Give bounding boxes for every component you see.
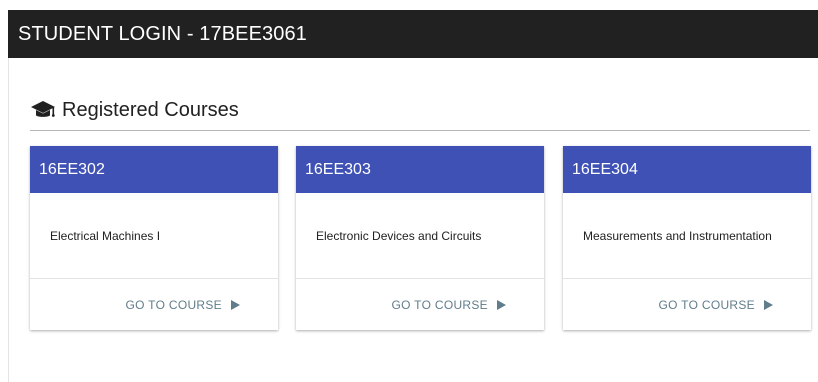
- page: STUDENT LOGIN - 17BEE3061 Registered Cou…: [0, 0, 818, 382]
- course-card-header: 16EE302: [30, 146, 278, 193]
- graduation-cap-icon: [30, 100, 56, 120]
- course-card: 16EE303 Electronic Devices and Circuits …: [296, 146, 544, 330]
- course-name: Electronic Devices and Circuits: [316, 228, 482, 243]
- course-card-footer: GO TO COURSE: [30, 279, 278, 330]
- course-code: 16EE304: [572, 160, 638, 178]
- go-to-course-label: GO TO COURSE: [658, 297, 755, 312]
- go-to-course-label: GO TO COURSE: [125, 297, 222, 312]
- top-bar: STUDENT LOGIN - 17BEE3061: [8, 10, 818, 58]
- course-code: 16EE303: [305, 160, 371, 178]
- go-to-course-label: GO TO COURSE: [391, 297, 488, 312]
- page-title: STUDENT LOGIN - 17BEE3061: [18, 22, 307, 45]
- course-card-header: 16EE303: [296, 146, 544, 193]
- course-card-body: Electronic Devices and Circuits: [296, 193, 544, 279]
- course-card-body: Electrical Machines I: [30, 193, 278, 279]
- course-card-footer: GO TO COURSE: [296, 279, 544, 330]
- go-to-course-button[interactable]: GO TO COURSE: [125, 298, 240, 312]
- course-card-body: Measurements and Instrumentation: [563, 193, 811, 279]
- course-name: Electrical Machines I: [50, 228, 161, 243]
- course-card: 16EE304 Measurements and Instrumentation…: [563, 146, 811, 330]
- course-card-footer: GO TO COURSE: [563, 279, 811, 330]
- course-card: 16EE302 Electrical Machines I GO TO COUR…: [30, 146, 278, 330]
- section-heading: Registered Courses: [30, 96, 239, 124]
- left-rule: [8, 58, 9, 382]
- go-to-course-button[interactable]: GO TO COURSE: [658, 298, 773, 312]
- play-arrow-icon: [497, 299, 506, 310]
- section-title: Registered Courses: [62, 98, 239, 121]
- course-code: 16EE302: [39, 160, 105, 178]
- go-to-course-button[interactable]: GO TO COURSE: [391, 298, 506, 312]
- course-name: Measurements and Instrumentation: [583, 228, 772, 243]
- course-card-header: 16EE304: [563, 146, 811, 193]
- section-divider: [30, 130, 810, 131]
- play-arrow-icon: [231, 299, 240, 310]
- play-arrow-icon: [764, 299, 773, 310]
